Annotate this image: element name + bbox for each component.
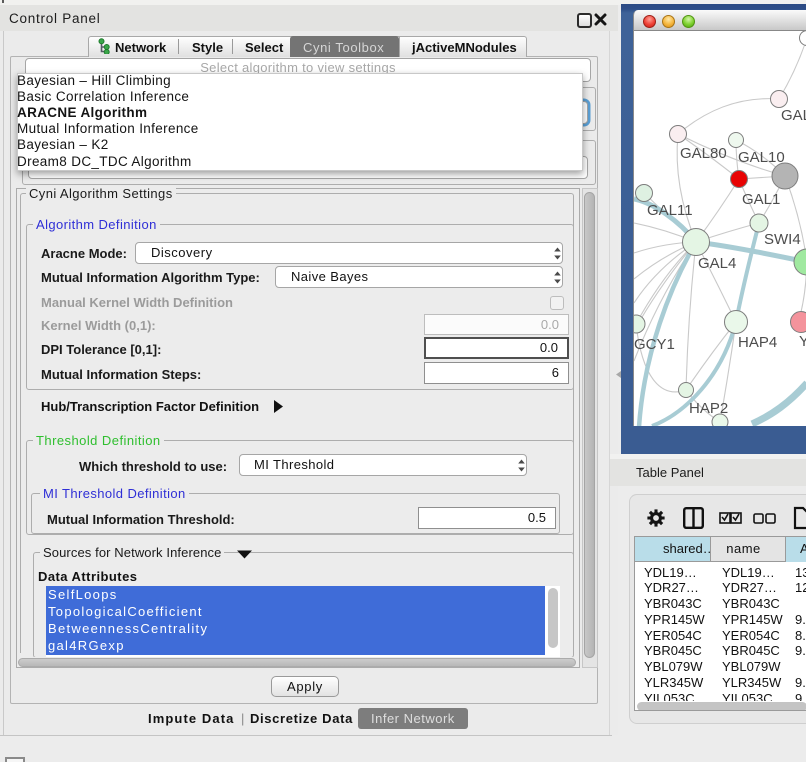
svg-text:SWI4: SWI4	[764, 231, 801, 248]
svg-text:GAL4: GAL4	[698, 255, 736, 272]
svg-text:GAL80: GAL80	[680, 145, 727, 162]
svg-text:GAL1: GAL1	[742, 191, 780, 208]
svg-text:GAL10: GAL10	[738, 149, 785, 166]
svg-text:HAP4: HAP4	[738, 334, 777, 351]
svg-text:GAL: GAL	[781, 107, 806, 124]
svg-text:GAL11: GAL11	[647, 202, 693, 219]
svg-text:HAP2: HAP2	[689, 400, 728, 417]
svg-text:GCY1: GCY1	[634, 336, 675, 353]
svg-text:Y: Y	[799, 333, 806, 350]
